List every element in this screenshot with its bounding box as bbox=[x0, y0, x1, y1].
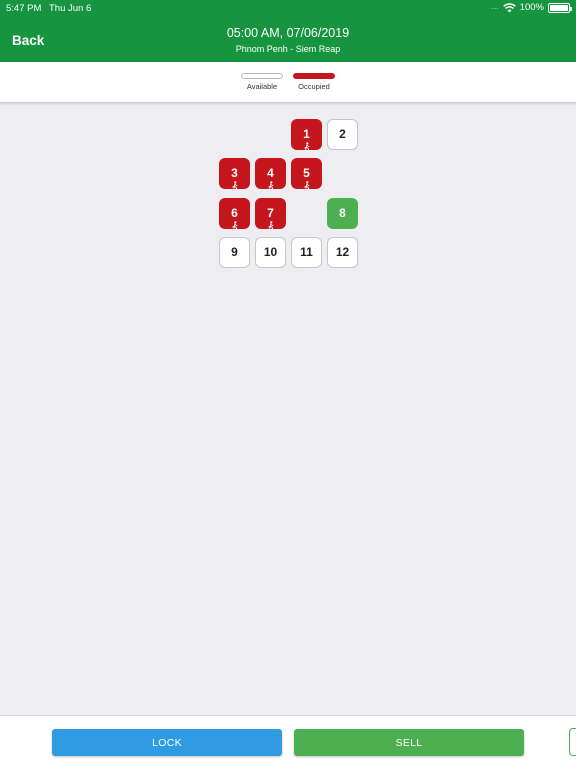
trip-route: Phnom Penh - Siem Reap bbox=[235, 44, 341, 54]
seat-1[interactable]: 1 bbox=[291, 119, 322, 152]
passenger-icon bbox=[231, 219, 239, 231]
seat-map: 1 2 3 4 5 6 7 8 9 10 11 12 bbox=[0, 104, 576, 715]
seat-10[interactable]: 10 bbox=[255, 237, 286, 268]
legend-occupied-swatch bbox=[293, 73, 335, 79]
wifi-icon bbox=[502, 2, 516, 12]
nav-bar: Back 05:00 AM, 07/06/2019 Phnom Penh - S… bbox=[0, 16, 576, 62]
battery-percent: 100% bbox=[519, 2, 544, 13]
legend-available-swatch bbox=[241, 73, 283, 79]
legend-available-label: Available bbox=[246, 82, 278, 91]
status-time: 5:47 PM bbox=[6, 3, 42, 14]
seat-7[interactable]: 7 bbox=[255, 198, 286, 231]
seat-number: 7 bbox=[267, 205, 274, 220]
seat-3[interactable]: 3 bbox=[219, 158, 250, 191]
legend-occupied-label: Occupied bbox=[298, 82, 330, 91]
passenger-icon bbox=[267, 219, 275, 231]
seat-number: 2 bbox=[339, 126, 346, 141]
legend-available: Available bbox=[240, 73, 284, 91]
seat-8[interactable]: 8 bbox=[327, 198, 358, 229]
seat-number: 11 bbox=[300, 244, 313, 259]
seat-number: 3 bbox=[231, 165, 238, 180]
more-button[interactable] bbox=[569, 728, 576, 756]
seat-number: 9 bbox=[231, 244, 238, 259]
sell-button[interactable]: SELL bbox=[294, 729, 524, 756]
seat-number: 6 bbox=[231, 205, 238, 220]
action-bar: LOCK SELL bbox=[0, 715, 576, 768]
seat-number: 10 bbox=[263, 244, 278, 259]
seat-number: 12 bbox=[335, 244, 350, 259]
status-right: .... 100% bbox=[490, 2, 572, 13]
seat-number: 8 bbox=[339, 205, 346, 220]
seat-number: 1 bbox=[303, 126, 310, 141]
lock-button[interactable]: LOCK bbox=[52, 729, 282, 756]
seat-4[interactable]: 4 bbox=[255, 158, 286, 191]
seat-2[interactable]: 2 bbox=[327, 119, 358, 150]
status-date: Thu Jun 6 bbox=[49, 3, 92, 14]
battery-icon bbox=[548, 2, 572, 13]
passenger-icon bbox=[303, 179, 311, 191]
seat-number: 5 bbox=[303, 165, 310, 180]
status-bar: 5:47 PM Thu Jun 6 .... 100% bbox=[0, 0, 576, 16]
seat-12[interactable]: 12 bbox=[327, 237, 358, 268]
passenger-icon bbox=[303, 140, 311, 152]
seat-11[interactable]: 11 bbox=[291, 237, 322, 268]
legend-occupied: Occupied bbox=[292, 73, 336, 91]
passenger-icon bbox=[231, 179, 239, 191]
seat-5[interactable]: 5 bbox=[291, 158, 322, 191]
trip-datetime: 05:00 AM, 07/06/2019 bbox=[226, 26, 350, 40]
battery-fill bbox=[550, 4, 568, 11]
seat-9[interactable]: 9 bbox=[219, 237, 250, 268]
seat-6[interactable]: 6 bbox=[219, 198, 250, 231]
seat-number: 4 bbox=[267, 165, 274, 180]
seat-legend: Available Occupied bbox=[0, 62, 576, 103]
passenger-icon bbox=[267, 179, 275, 191]
signal-icon: .... bbox=[490, 4, 499, 11]
